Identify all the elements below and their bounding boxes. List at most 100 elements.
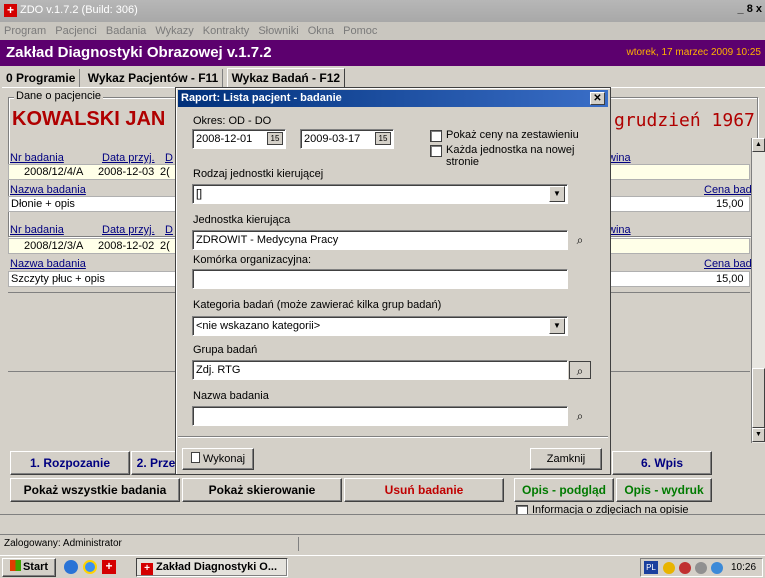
dialog-title: Raport: Lista pacjent - badanie bbox=[181, 92, 342, 104]
chevron-down-icon[interactable]: ▼ bbox=[549, 318, 565, 334]
rozpoznanie-button[interactable]: 1. Rozpozanie bbox=[10, 451, 130, 475]
patient-birth-date: grudzień 1967 bbox=[614, 110, 755, 131]
pokaz-skierowanie-button[interactable]: Pokaż skierowanie bbox=[182, 478, 342, 502]
tray-network-icon[interactable] bbox=[695, 562, 707, 574]
wykonaj-button[interactable]: Wykonaj bbox=[182, 448, 254, 470]
window-controls[interactable]: _ 8 x bbox=[738, 3, 762, 15]
menu-wykazy[interactable]: Wykazy bbox=[155, 22, 193, 40]
menu-kontrakty[interactable]: Kontrakty bbox=[203, 22, 249, 40]
task-label: Zakład Diagnostyki O... bbox=[156, 561, 278, 573]
menu-pacjenci[interactable]: Pacjenci bbox=[55, 22, 97, 40]
col-nazwa-badania-2[interactable]: Nazwa badania bbox=[10, 258, 86, 270]
usun-badanie-button[interactable]: Usuń badanie bbox=[344, 478, 504, 502]
quicklaunch-app-icon[interactable]: + bbox=[102, 560, 116, 574]
chevron-down-icon[interactable]: ▼ bbox=[549, 186, 565, 202]
przebieg-button[interactable]: 2. Prze bbox=[131, 451, 181, 475]
status-divider bbox=[298, 537, 299, 551]
document-search-icon bbox=[190, 452, 200, 463]
grupa-field[interactable]: Zdj. RTG bbox=[192, 360, 568, 380]
start-button[interactable]: Start bbox=[2, 558, 56, 577]
tab-wykaz-pacjentow[interactable]: Wykaz Pacjentów - F11 bbox=[84, 69, 224, 87]
scroll-down-arrow-icon[interactable]: ▼ bbox=[752, 428, 765, 442]
language-indicator[interactable]: PL bbox=[644, 561, 658, 574]
windows-logo-icon bbox=[9, 560, 21, 571]
nazwa-field[interactable] bbox=[192, 406, 568, 426]
date-to-field[interactable]: 2009-03-17 15 bbox=[300, 129, 394, 149]
pokaz-ceny-label: Pokaż ceny na zestawieniu bbox=[446, 129, 579, 141]
exam-list-scrollbar[interactable]: ▲ ▼ bbox=[751, 138, 765, 443]
task-app-icon: + bbox=[141, 563, 153, 575]
window-titlebar: + ZDO v.1.7.2 (Build: 306) _ 8 x bbox=[0, 0, 765, 22]
menu-badania[interactable]: Badania bbox=[106, 22, 146, 40]
kategoria-label: Kategoria badań (może zawierać kilka gru… bbox=[193, 299, 442, 311]
date-from-field[interactable]: 2008-12-01 15 bbox=[192, 129, 286, 149]
scroll-up-arrow-icon[interactable]: ▲ bbox=[752, 138, 765, 152]
exam-1-data: 2008-12-03 bbox=[98, 166, 155, 178]
wpis-button[interactable]: 6. Wpis bbox=[612, 451, 712, 475]
window-title: ZDO v.1.7.2 (Build: 306) bbox=[20, 4, 138, 16]
dialog-separator bbox=[178, 436, 608, 438]
col-wina[interactable]: wina bbox=[608, 152, 631, 164]
tray-clock[interactable]: 10:26 bbox=[731, 562, 756, 573]
col-cena-bad-2[interactable]: Cena bad. bbox=[704, 258, 755, 270]
scroll-thumb[interactable] bbox=[752, 368, 765, 428]
exam-2-d: 2( bbox=[160, 240, 170, 252]
grupa-value: Zdj. RTG bbox=[196, 364, 241, 376]
menu-pomoc[interactable]: Pomoc bbox=[343, 22, 377, 40]
menu-program[interactable]: Program bbox=[4, 22, 46, 40]
opis-podglad-button[interactable]: Opis - podgląd bbox=[514, 478, 614, 502]
quicklaunch-ie-icon[interactable] bbox=[64, 560, 78, 574]
col-wina-2[interactable]: wina bbox=[608, 224, 631, 236]
exam-1-d: 2( bbox=[160, 166, 170, 178]
zamknij-button[interactable]: Zamknij bbox=[530, 448, 602, 470]
rodzaj-select[interactable]: [] ▼ bbox=[192, 184, 568, 204]
task-zdo-button[interactable]: + Zakład Diagnostyki O... bbox=[136, 558, 288, 577]
nazwa-search-binoculars-icon[interactable]: ⌕ bbox=[569, 407, 591, 425]
jednostka-search-binoculars-icon[interactable]: ⌕ bbox=[569, 231, 591, 249]
exam-1-nr: 2008/12/4/A bbox=[24, 166, 84, 178]
rodzaj-label: Rodzaj jednostki kierującej bbox=[193, 168, 324, 180]
col-d[interactable]: D bbox=[165, 152, 173, 164]
col-nazwa-badania[interactable]: Nazwa badania bbox=[10, 184, 86, 196]
tab-wykaz-badan[interactable]: Wykaz Badań - F12 bbox=[226, 68, 346, 87]
kazda-jednostka-checkbox[interactable] bbox=[430, 145, 442, 157]
report-dialog: Raport: Lista pacjent - badanie ✕ Okres:… bbox=[175, 87, 611, 475]
col-d-2[interactable]: D bbox=[165, 224, 173, 236]
calendar-to-icon[interactable]: 15 bbox=[375, 132, 391, 145]
kategoria-select[interactable]: <nie wskazano kategorii> ▼ bbox=[192, 316, 568, 336]
exam-2-nr: 2008/12/3/A bbox=[24, 240, 84, 252]
opis-wydruk-button[interactable]: Opis - wydruk bbox=[616, 478, 712, 502]
taskbar: Start + + Zakład Diagnostyki O... PL 10:2… bbox=[0, 555, 765, 578]
komorka-field[interactable] bbox=[192, 269, 568, 289]
exam-1-nazwa: Dłonie + opis bbox=[11, 198, 75, 210]
pokaz-wszystkie-button[interactable]: Pokaż wszystkie badania bbox=[10, 478, 180, 502]
okres-label: Okres: OD - DO bbox=[193, 115, 272, 127]
date-to-value: 2009-03-17 bbox=[304, 133, 361, 145]
tray-globe-icon[interactable] bbox=[711, 562, 723, 574]
jednostka-field[interactable]: ZDROWIT - Medycyna Pracy bbox=[192, 230, 568, 250]
col-data-przyj-2[interactable]: Data przyj. bbox=[102, 224, 155, 236]
tab-o-programie[interactable]: 0 Programie bbox=[2, 69, 81, 87]
menu-okna[interactable]: Okna bbox=[308, 22, 334, 40]
col-data-przyj[interactable]: Data przyj. bbox=[102, 152, 155, 164]
grupa-search-binoculars-icon[interactable]: ⌕ bbox=[569, 361, 591, 379]
app-title: Zakład Diagnostyki Obrazowej v.1.7.2 bbox=[6, 44, 272, 61]
wykonaj-label: Wykonaj bbox=[202, 453, 246, 465]
menu-slowniki[interactable]: Słowniki bbox=[258, 22, 298, 40]
col-cena-bad[interactable]: Cena bad. bbox=[704, 184, 755, 196]
tray-shield-icon[interactable] bbox=[663, 562, 675, 574]
dialog-close-icon[interactable]: ✕ bbox=[590, 92, 605, 105]
nazwa-label: Nazwa badania bbox=[193, 390, 269, 402]
main-tabs: 0 Programie Wykaz Pacjentów - F11 Wykaz … bbox=[2, 68, 346, 88]
date-from-value: 2008-12-01 bbox=[196, 133, 253, 145]
patient-group-label: Dane o pacjencie bbox=[14, 90, 104, 102]
col-nr-badania[interactable]: Nr badania bbox=[10, 152, 64, 164]
quicklaunch-browser-icon[interactable] bbox=[83, 560, 97, 574]
start-label: Start bbox=[22, 561, 49, 573]
col-nr-badania-2[interactable]: Nr badania bbox=[10, 224, 64, 236]
pokaz-ceny-checkbox[interactable] bbox=[430, 130, 442, 142]
calendar-from-icon[interactable]: 15 bbox=[267, 132, 283, 145]
status-user: Zalogowany: Administrator bbox=[4, 538, 122, 549]
menu-bar: Program Pacjenci Badania Wykazy Kontrakt… bbox=[0, 22, 765, 40]
tray-security-icon[interactable] bbox=[679, 562, 691, 574]
